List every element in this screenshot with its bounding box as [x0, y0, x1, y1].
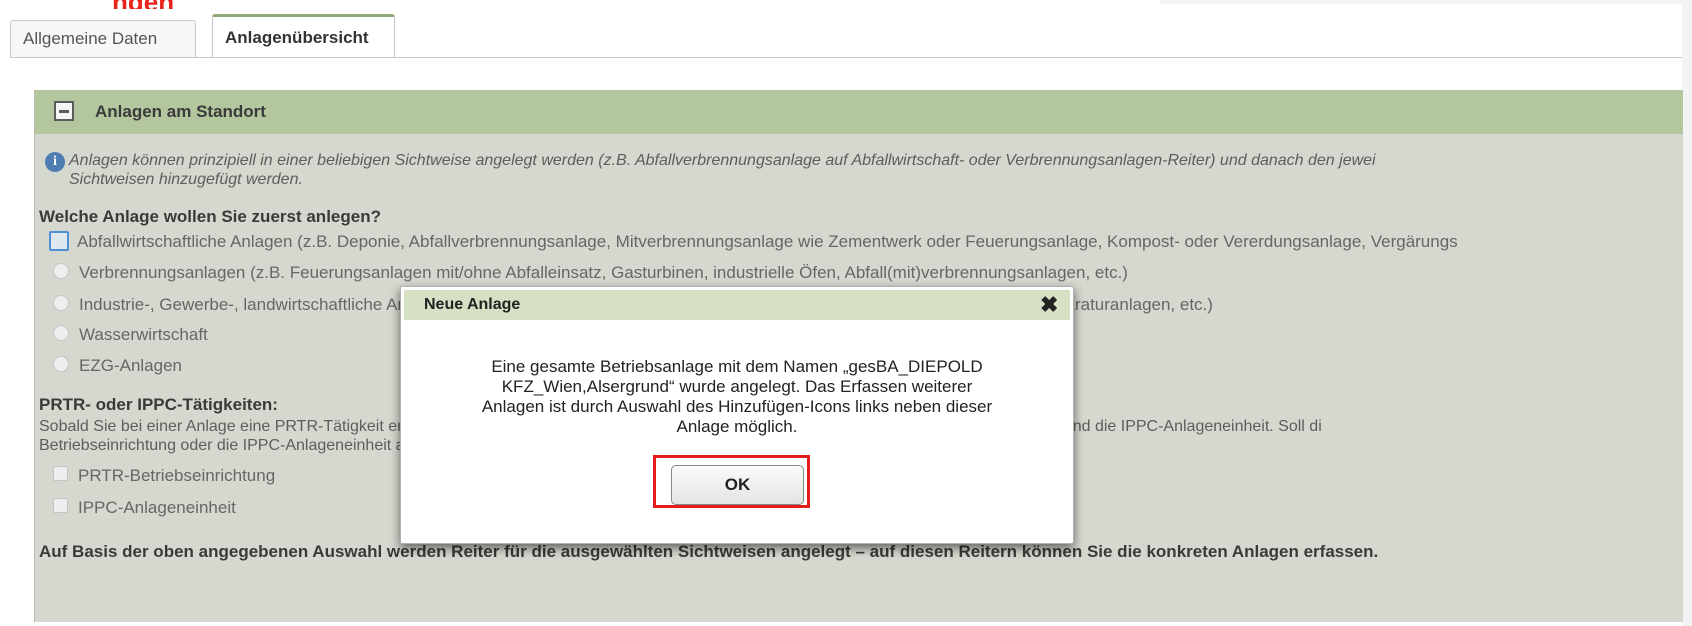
right-edge — [1682, 0, 1692, 626]
checkbox[interactable] — [53, 498, 68, 513]
message-line-2: KFZ_Wien,Alsergrund“ wurde angelegt. Das… — [501, 377, 973, 396]
info-icon: i — [45, 152, 65, 172]
radio-button[interactable] — [53, 263, 69, 279]
message-line-1: Eine gesamte Betriebsanlage mit dem Name… — [491, 357, 983, 376]
top-strip — [1160, 0, 1682, 4]
dialog-title: Neue Anlage — [424, 296, 521, 313]
neue-anlage-dialog: Neue Anlage ✖ Eine gesamte Betriebsanlag… — [400, 286, 1074, 544]
ok-button[interactable]: OK — [671, 465, 804, 505]
radio-button[interactable] — [53, 356, 69, 372]
option-wasserwirtschaft[interactable]: Wasserwirtschaft — [53, 325, 208, 345]
option-verbrennung[interactable]: Verbrennungsanlagen (z.B. Feuerungsanlag… — [53, 263, 1128, 283]
info-line-1: Anlagen können prinzipiell in einer beli… — [69, 152, 1376, 169]
prtr-heading: PRTR- oder IPPC-Tätigkeiten: — [39, 395, 278, 414]
heading-fragment: ngen — [112, 0, 186, 9]
tab-anlagenuebersicht[interactable]: Anlagenübersicht — [212, 14, 395, 58]
radio-button[interactable] — [53, 325, 69, 341]
option-ezg[interactable]: EZG-Anlagen — [53, 356, 182, 376]
tab-divider — [10, 57, 1682, 58]
info-text: Anlagen können prinzipiell in einer beli… — [69, 151, 1689, 189]
panel-title: Anlagen am Standort — [95, 102, 266, 121]
option-abfallwirtschaft[interactable]: Abfallwirtschaftliche Anlagen (z.B. Depo… — [49, 231, 1458, 252]
message-line-3: Anlagen ist durch Auswahl des Hinzufügen… — [481, 397, 993, 416]
question-label: Welche Anlage wollen Sie zuerst anlegen? — [39, 207, 381, 226]
checkbox[interactable] — [53, 466, 68, 481]
panel-header: Anlagen am Standort — [35, 90, 1683, 134]
message-line-4: Anlage möglich. — [676, 417, 798, 436]
tab-allgemeine-daten[interactable]: Allgemeine Daten — [10, 20, 196, 57]
close-icon[interactable]: ✖ — [1040, 292, 1058, 318]
radio-button[interactable] — [49, 231, 69, 251]
checkbox-ippc[interactable]: IPPC-Anlageneinheit — [53, 498, 236, 518]
dialog-header: Neue Anlage ✖ — [404, 290, 1070, 320]
dialog-message: Eine gesamte Betriebsanlage mit dem Name… — [431, 357, 1043, 437]
checkbox-prtr[interactable]: PRTR-Betriebseinrichtung — [53, 466, 275, 486]
info-line-2: Sichtweisen hinzugefügt werden. — [69, 171, 303, 188]
collapse-icon[interactable] — [54, 101, 74, 121]
footer-text: Auf Basis der oben angegebenen Auswahl w… — [39, 542, 1379, 561]
radio-button[interactable] — [53, 295, 69, 311]
